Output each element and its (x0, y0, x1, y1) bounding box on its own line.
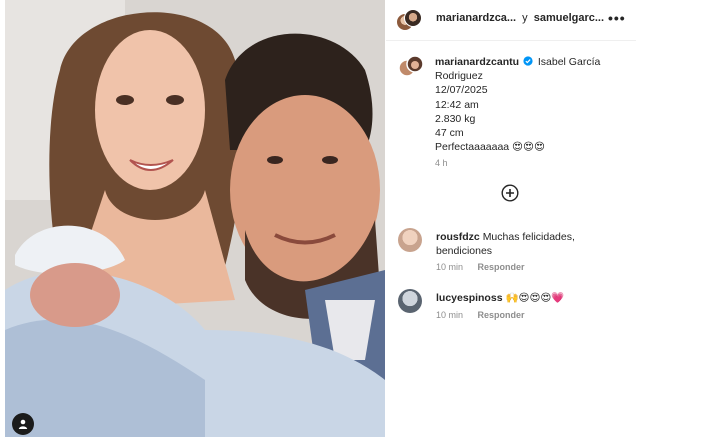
comment-time: 10 min (436, 262, 464, 272)
user-tag-button[interactable] (12, 413, 34, 435)
comment-text: lucyespinoss 🙌😍😍😍💗 (436, 291, 616, 305)
user-tag-icon (18, 419, 28, 429)
avatar (404, 9, 422, 27)
header-joiner: y (522, 12, 528, 24)
collab-usernames: marianardzca... y samuelgarc... (436, 12, 604, 24)
instagram-post: marianardzca... y samuelgarc... ••• mari… (0, 0, 702, 437)
selfie-illustration (5, 0, 385, 437)
caption-username[interactable]: marianardzcantu (435, 56, 519, 68)
more-options-icon[interactable]: ••• (608, 10, 626, 26)
avatar[interactable] (398, 228, 422, 252)
caption-line: Perfectaaaaaaa 😍😍😍 (435, 141, 545, 154)
caption-line: 12:42 am (435, 98, 479, 111)
caption-line: 2.830 kg (435, 112, 476, 125)
reply-button[interactable]: Responder (478, 262, 525, 272)
caption-line: 47 cm (435, 127, 464, 140)
plus-circle-icon[interactable] (501, 184, 519, 202)
caption-line: 12/07/2025 (435, 84, 488, 97)
post-side-panel: marianardzca... y samuelgarc... ••• mari… (386, 0, 636, 437)
caption-line: Rodriguez (435, 70, 483, 83)
caption-avatar[interactable] (399, 54, 423, 78)
verified-badge-icon (523, 56, 533, 66)
comment-meta: 10 min Responder (436, 310, 525, 320)
comment-body: 🙌😍😍😍💗 (505, 292, 565, 304)
header-username-1[interactable]: marianardzca... (436, 12, 516, 24)
post-photo[interactable] (5, 0, 385, 437)
caption-text-first: Isabel García (537, 56, 601, 68)
collab-avatars[interactable] (396, 9, 422, 33)
post-header: marianardzca... y samuelgarc... ••• (386, 0, 636, 41)
caption-timestamp: 4 h (435, 158, 448, 169)
comment-text: rousfdzc Muchas felicidades, bendiciones (436, 230, 616, 258)
comment-meta: 10 min Responder (436, 262, 525, 272)
avatar[interactable] (398, 289, 422, 313)
reply-button[interactable]: Responder (478, 310, 525, 320)
comment-time: 10 min (436, 310, 464, 320)
post-caption: marianardzcantu Isabel García Rodriguez … (435, 55, 630, 171)
comment-username[interactable]: rousfdzc (436, 231, 480, 243)
comment-username[interactable]: lucyespinoss (436, 292, 503, 304)
header-username-2[interactable]: samuelgarc... (534, 12, 604, 24)
